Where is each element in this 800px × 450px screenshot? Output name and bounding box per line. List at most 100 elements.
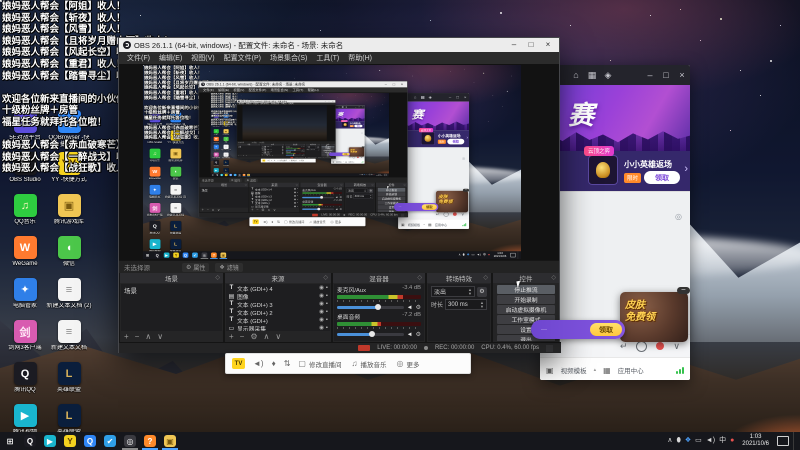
- taskbar-app-button[interactable]: Y: [224, 173, 228, 177]
- taskbar-app-button[interactable]: ✔: [190, 251, 199, 259]
- visibility-eye-icon[interactable]: ◉: [282, 149, 283, 150]
- sources-tool-button[interactable]: ⚙: [250, 332, 257, 342]
- lock-icon[interactable]: ▪: [326, 317, 328, 323]
- gear-icon[interactable]: ⚙: [339, 208, 342, 211]
- scenes-tool-button[interactable]: ∨: [157, 332, 163, 342]
- tray-expand-icon[interactable]: ∧: [458, 251, 460, 259]
- obs-preview[interactable]: 5E 5E对战平台 ◎ OBS Studio ♫ QQ音乐 W WeGame ✦…: [119, 64, 559, 260]
- filters-button[interactable]: ❖ 滤镜: [215, 262, 243, 272]
- taskbar-app-button[interactable]: ?: [242, 173, 246, 177]
- scenes-tool-button[interactable]: −: [241, 155, 242, 157]
- taskbar-app-button[interactable]: ✔: [233, 173, 237, 177]
- taskbar-app-button[interactable]: ?: [140, 432, 160, 450]
- lock-icon[interactable]: ▪: [326, 325, 328, 331]
- sources-tool-button[interactable]: ∨: [273, 208, 276, 212]
- visibility-eye-icon[interactable]: ◉: [282, 153, 283, 154]
- speaker-icon[interactable]: ◄: [335, 208, 338, 211]
- toolbar-item[interactable]: ♫ 播放音乐: [309, 220, 326, 224]
- display-capture-source[interactable]: 5E 5E对战平台 ◎ OBS Studio ♫ QQ音乐 W WeGame ✦…: [210, 93, 390, 177]
- minimize-icon[interactable]: –: [642, 70, 658, 80]
- menu-item[interactable]: 视图(V): [253, 103, 258, 105]
- desktop-icon[interactable]: ◎ OBS Studio: [2, 152, 48, 194]
- shield-icon[interactable]: ❖: [363, 173, 364, 176]
- taskbar-app-button[interactable]: ▣: [160, 432, 180, 450]
- transition-gear-button[interactable]: ⚙: [317, 146, 320, 149]
- skin-ad-popup[interactable]: 皮肤 免费领 –: [348, 146, 365, 157]
- taskbar-clock[interactable]: 1:03 2021/10/6: [738, 434, 773, 448]
- gear-icon[interactable]: ⚙: [339, 196, 342, 199]
- dock-pin-icon[interactable]: ◇: [340, 183, 342, 187]
- video-template-button[interactable]: 视频模板: [561, 365, 587, 375]
- taskbar-app-button[interactable]: ◎: [237, 173, 242, 177]
- close-icon[interactable]: ×: [674, 70, 690, 80]
- slider-handle[interactable]: [368, 331, 375, 337]
- grid-icon[interactable]: ▦: [341, 106, 345, 108]
- source-row[interactable]: T 文本 (GDI+) 4 ◉ ▪: [250, 187, 299, 191]
- menu-item[interactable]: 编辑(E): [159, 53, 182, 63]
- lock-icon[interactable]: ▪: [297, 205, 298, 208]
- claim-button[interactable]: 领取: [447, 138, 465, 145]
- source-row[interactable]: ▭ 显示器采集 ◉ ▪: [250, 205, 299, 208]
- platform-logo-icon[interactable]: TV: [262, 159, 266, 162]
- obs-titlebar[interactable]: OBS 26.1.1 (64-bit, windows) - 配置文件: 未命名…: [237, 100, 336, 103]
- source-row[interactable]: T 文本 (GDI+) 2 ◉ ▪: [261, 150, 284, 151]
- visibility-eye-icon[interactable]: ◉: [282, 147, 283, 148]
- control-button[interactable]: 退出: [377, 209, 406, 213]
- dock-pin-icon[interactable]: ◇: [245, 183, 247, 187]
- visibility-eye-icon[interactable]: ◉: [319, 293, 324, 299]
- scenes-tool-button[interactable]: −: [207, 208, 209, 212]
- volume-slider[interactable]: [302, 207, 334, 211]
- maximize-icon[interactable]: □: [357, 106, 361, 108]
- desktop-icon[interactable]: L 英雄联盟WeGame版: [165, 239, 187, 257]
- gear-icon[interactable]: ⚙: [416, 304, 421, 311]
- claim-button[interactable]: 领取: [354, 124, 363, 128]
- chevron-right-icon[interactable]: ›: [363, 123, 364, 125]
- slider-handle[interactable]: [317, 207, 321, 211]
- duration-input[interactable]: 300 ms ▲ ▼: [353, 193, 374, 199]
- event-card[interactable]: 云顶之弈 小小英雄返场 限时 领取 ›: [331, 120, 365, 129]
- control-button[interactable]: 停止推流: [321, 145, 335, 148]
- desktop-icon[interactable]: YY YY -快捷方式: [165, 130, 187, 149]
- source-row[interactable]: ▭ 显示器采集 ◉ ▪: [261, 153, 284, 154]
- lock-icon[interactable]: ▪: [297, 195, 298, 198]
- scene-item[interactable]: 场景: [238, 146, 261, 148]
- pin-icon[interactable]: ◎: [462, 156, 465, 160]
- menu-item[interactable]: 文件(F): [203, 88, 214, 92]
- scene-item[interactable]: 场景: [121, 284, 222, 296]
- transition-select[interactable]: 淡出 ▲ ▼: [431, 286, 475, 297]
- dock-pin-icon[interactable]: ◇: [404, 183, 406, 187]
- control-button[interactable]: 停止推流: [497, 285, 555, 294]
- display-tray-icon[interactable]: ▭: [695, 432, 702, 450]
- volume-tray-icon[interactable]: ◄): [368, 173, 370, 176]
- visibility-eye-icon[interactable]: ◉: [282, 152, 283, 153]
- slider-handle[interactable]: [292, 154, 295, 156]
- slider-handle[interactable]: [294, 149, 296, 151]
- sources-tool-button[interactable]: +: [262, 155, 263, 157]
- close-icon[interactable]: ×: [399, 81, 406, 87]
- desktop-icon[interactable]: YY YY -快捷方式: [46, 152, 92, 194]
- scenes-tool-button[interactable]: ∨: [246, 155, 247, 157]
- home-icon[interactable]: ⌂: [411, 95, 419, 99]
- desktop-icon[interactable]: ▣ 腾讯游戏库: [165, 148, 187, 167]
- lock-icon[interactable]: ▪: [297, 198, 298, 201]
- taskbar-app-button[interactable]: Y: [60, 432, 80, 450]
- sources-tool-button[interactable]: −: [264, 155, 265, 157]
- visibility-eye-icon[interactable]: ◉: [319, 309, 324, 315]
- scenes-tool-button[interactable]: +: [238, 155, 239, 157]
- desktop-icon[interactable]: 5E 5E对战平台: [211, 113, 221, 121]
- desktop-icon[interactable]: L 英雄联盟: [221, 160, 231, 168]
- desktop-icon[interactable]: ▣ 腾讯游戏库: [221, 129, 231, 137]
- duration-input[interactable]: 300 ms ▲ ▼: [445, 299, 487, 310]
- speaker-icon[interactable]: ◄): [253, 359, 264, 368]
- taskbar-app-button[interactable]: ▣: [246, 173, 251, 177]
- audio-sliders-icon[interactable]: ⇅: [277, 220, 280, 224]
- menu-item[interactable]: 工具(T): [316, 53, 339, 63]
- toolbar-item[interactable]: ◎ 更多: [396, 359, 419, 369]
- visibility-eye-icon[interactable]: ◉: [294, 191, 296, 194]
- shield-icon[interactable]: ❖: [467, 251, 470, 259]
- desktop-icon[interactable]: L 英雄联盟: [165, 221, 187, 239]
- action-center-icon[interactable]: [384, 174, 387, 176]
- source-row[interactable]: ▤ 图像 ◉ ▪: [261, 147, 284, 148]
- volume-slider[interactable]: [285, 154, 301, 156]
- toast-claim-button[interactable]: 领取: [342, 153, 350, 156]
